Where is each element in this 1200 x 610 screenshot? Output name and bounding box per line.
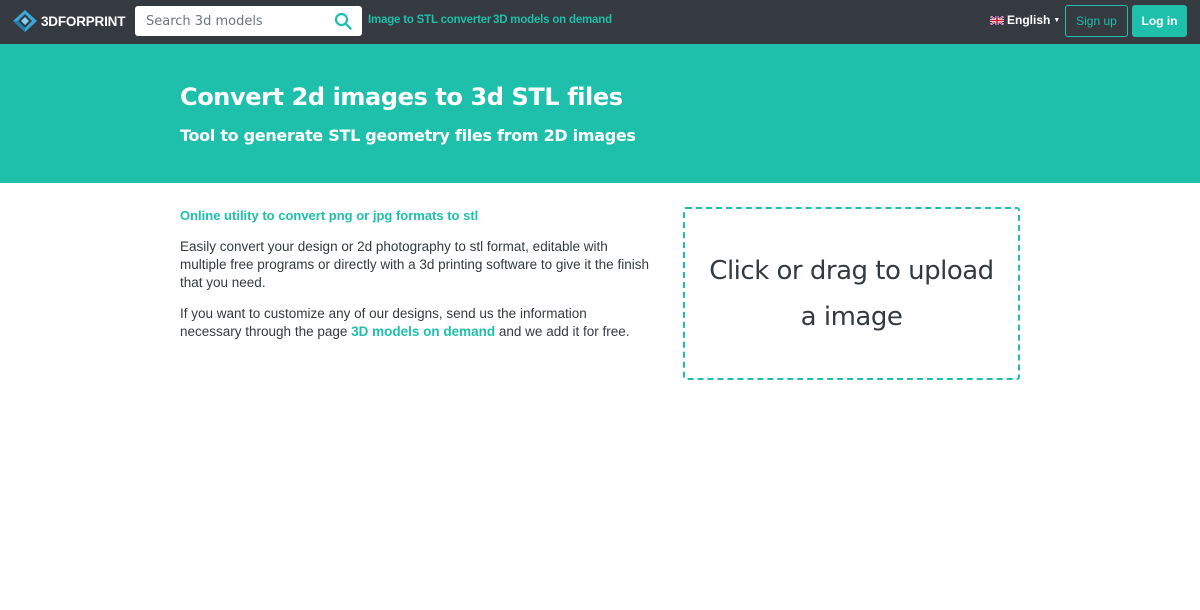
brand-link[interactable]: 3DFORPRINT	[11, 9, 125, 33]
top-navbar: 3DFORPRINT Image to STL converter 3D mod…	[0, 0, 1200, 44]
nav-link-image-to-stl[interactable]: Image to STL converter	[368, 14, 491, 26]
page-subtitle: Tool to generate STL geometry files from…	[180, 126, 636, 145]
search-input[interactable]	[146, 7, 336, 35]
caret-down-icon: ▼	[1053, 16, 1061, 24]
section-heading: Online utility to convert png or jpg for…	[180, 208, 479, 223]
brand-name: 3DFORPRINT	[41, 13, 126, 29]
image-upload-dropzone[interactable]: Click or drag to upload a image	[683, 207, 1020, 380]
language-dropdown[interactable]: English ▼	[990, 13, 1060, 27]
customize-paragraph: If you want to customize any of our desi…	[180, 305, 650, 341]
search-icon[interactable]	[334, 12, 352, 30]
description-paragraph: Easily convert your design or 2d photogr…	[180, 239, 649, 290]
3dforprint-logo-icon	[13, 10, 37, 32]
nav-link-3d-models-on-demand[interactable]: 3D models on demand	[493, 14, 612, 26]
language-label: English	[1007, 13, 1051, 27]
uk-flag-icon	[990, 15, 1004, 25]
login-button[interactable]: Log in	[1132, 5, 1187, 37]
customize-text-after: and we add it for free.	[495, 324, 630, 339]
signup-button[interactable]: Sign up	[1065, 5, 1128, 37]
page-title: Convert 2d images to 3d STL files	[180, 83, 623, 111]
search-box	[135, 6, 362, 36]
upload-label: Click or drag to upload a image	[709, 255, 994, 332]
models-on-demand-link[interactable]: 3D models on demand	[351, 324, 495, 339]
hero-banner: Convert 2d images to 3d STL files Tool t…	[0, 44, 1200, 183]
